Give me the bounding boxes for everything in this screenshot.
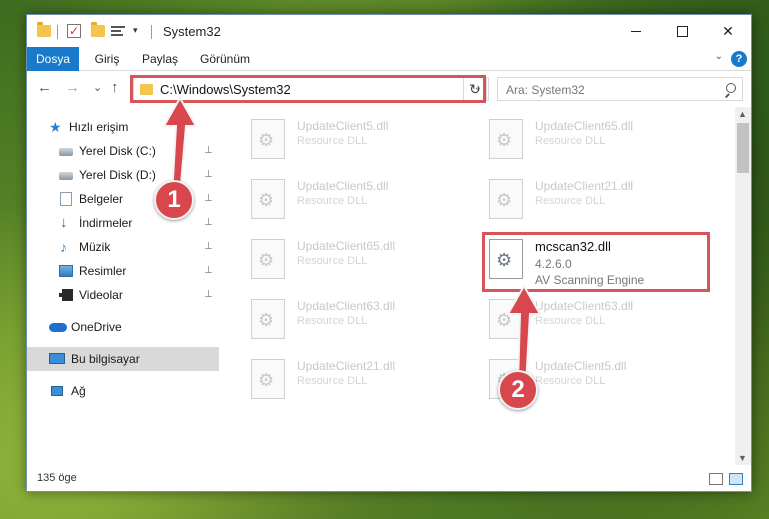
file-item[interactable]: UpdateClient5.dll Resource DLL	[251, 117, 481, 165]
expand-ribbon-icon[interactable]: ⌄	[715, 51, 723, 62]
title-bar: ✓ ▾ System32 ✕	[27, 15, 751, 47]
tab-home[interactable]: Giriş	[87, 47, 127, 71]
file-description: Resource DLL	[297, 315, 368, 327]
file-item[interactable]: UpdateClient65.dll Resource DLL	[251, 237, 481, 285]
recent-locations-icon[interactable]: ⌄	[93, 80, 102, 96]
folder-icon[interactable]	[37, 22, 51, 37]
file-description: Resource DLL	[297, 255, 368, 267]
tiles-view-icon[interactable]	[729, 473, 743, 485]
ribbon-tabs: Dosya Giriş Paylaş Görünüm ⌄ ?	[27, 47, 751, 71]
scrollbar-thumb[interactable]	[737, 123, 749, 173]
sidebar-item-label: OneDrive	[71, 320, 122, 334]
sidebar-item-label: Yerel Disk (C:)	[79, 144, 156, 158]
pin-icon[interactable]: ⊥	[204, 259, 213, 283]
minimize-button[interactable]	[613, 15, 659, 47]
sidebar-item-label: Ağ	[71, 384, 86, 398]
search-icon[interactable]	[724, 83, 736, 95]
step-1-badge: 1	[154, 180, 194, 220]
file-item[interactable]: UpdateClient5.dll Resource DLL	[251, 177, 481, 225]
file-name: UpdateClient5.dll	[297, 179, 389, 193]
new-folder-icon[interactable]	[91, 22, 105, 37]
file-description: Resource DLL	[535, 195, 606, 207]
back-arrow-icon[interactable]: ←	[37, 80, 52, 96]
sidebar-item-label: Resimler	[79, 264, 127, 278]
sidebar-item-label: İndirmeler	[79, 216, 133, 230]
sidebar-item-label: Müzik	[79, 240, 111, 254]
sidebar-item-label: Videolar	[79, 288, 123, 302]
star-icon: ★	[49, 119, 62, 135]
dll-file-icon	[251, 239, 285, 279]
file-item[interactable]: UpdateClient63.dll Resource DLL	[251, 297, 481, 345]
pin-icon[interactable]: ⊥	[204, 283, 213, 307]
sidebar-item-videos[interactable]: Videolar ⊥	[27, 283, 219, 307]
details-view-icon[interactable]	[709, 473, 723, 485]
search-input[interactable]: Ara: System32	[506, 83, 585, 97]
vertical-scrollbar[interactable]: ▲ ▼	[735, 107, 751, 465]
status-bar: 135 öge	[27, 467, 751, 491]
download-icon: ↓	[60, 214, 68, 231]
sidebar-item-label: Hızlı erişim	[69, 120, 129, 134]
sidebar-item-music[interactable]: ♪ Müzik ⊥	[27, 235, 219, 259]
file-item[interactable]: UpdateClient65.dll Resource DLL	[489, 117, 719, 165]
dll-file-icon	[251, 359, 285, 399]
file-name: UpdateClient21.dll	[535, 179, 634, 193]
pin-icon[interactable]: ⊥	[204, 211, 213, 235]
tab-file[interactable]: Dosya	[27, 47, 79, 71]
pictures-icon	[59, 265, 73, 277]
file-description: Resource DLL	[297, 195, 368, 207]
music-icon: ♪	[60, 239, 67, 255]
forward-arrow-icon[interactable]: →	[65, 80, 80, 96]
video-icon	[59, 289, 73, 301]
sidebar-item-this-pc[interactable]: Bu bilgisayar	[27, 347, 219, 371]
close-button[interactable]: ✕	[705, 15, 751, 47]
file-description: Resource DLL	[535, 135, 606, 147]
cloud-icon	[49, 323, 67, 332]
step-2-badge: 2	[498, 370, 538, 410]
file-name: UpdateClient21.dll	[297, 359, 396, 373]
sidebar-item-label: Yerel Disk (D:)	[79, 168, 156, 182]
toolbar-separator	[151, 25, 152, 39]
search-box[interactable]: Ara: System32	[497, 77, 743, 101]
scroll-down-icon[interactable]: ▼	[738, 453, 747, 463]
dll-file-icon	[251, 179, 285, 219]
file-item[interactable]: UpdateClient21.dll Resource DLL	[251, 357, 481, 405]
up-arrow-icon[interactable]: ↑	[111, 80, 119, 96]
sidebar-item-onedrive[interactable]: OneDrive	[27, 315, 219, 339]
tab-share[interactable]: Paylaş	[135, 47, 185, 71]
dll-file-icon	[489, 179, 523, 219]
file-description: Resource DLL	[297, 375, 368, 387]
item-count: 135 öge	[37, 472, 77, 484]
toolbar-separator	[57, 25, 58, 39]
file-name: UpdateClient63.dll	[297, 299, 396, 313]
document-icon	[60, 192, 72, 206]
dll-file-icon	[251, 119, 285, 159]
disk-icon	[59, 172, 73, 180]
scroll-up-icon[interactable]: ▲	[738, 109, 747, 119]
dll-file-icon	[251, 299, 285, 339]
maximize-button[interactable]	[659, 15, 705, 47]
file-description: Resource DLL	[297, 135, 368, 147]
file-highlight-box	[482, 232, 710, 292]
help-icon[interactable]: ?	[731, 51, 747, 67]
network-icon	[51, 386, 63, 396]
sidebar-item-pictures[interactable]: Resimler ⊥	[27, 259, 219, 283]
file-name: UpdateClient65.dll	[297, 239, 396, 253]
sidebar-item-downloads[interactable]: ↓ İndirmeler ⊥	[27, 211, 219, 235]
sidebar-item-label: Belgeler	[79, 192, 124, 206]
window-title: System32	[163, 24, 221, 39]
sidebar-item-network[interactable]: Ağ	[27, 379, 219, 403]
file-item[interactable]: UpdateClient21.dll Resource DLL	[489, 177, 719, 225]
file-name: UpdateClient65.dll	[535, 119, 634, 133]
tab-view[interactable]: Görünüm	[193, 47, 257, 71]
dll-file-icon	[489, 119, 523, 159]
disk-icon	[59, 148, 73, 156]
customize-list-icon[interactable]	[111, 24, 127, 38]
computer-icon	[49, 353, 65, 364]
sidebar-item-label: Bu bilgisayar	[71, 352, 140, 366]
file-name: UpdateClient5.dll	[297, 119, 389, 133]
quick-access-dropdown-icon[interactable]: ▾	[133, 25, 138, 41]
properties-check-icon[interactable]: ✓	[67, 24, 81, 38]
pin-icon[interactable]: ⊥	[204, 235, 213, 259]
